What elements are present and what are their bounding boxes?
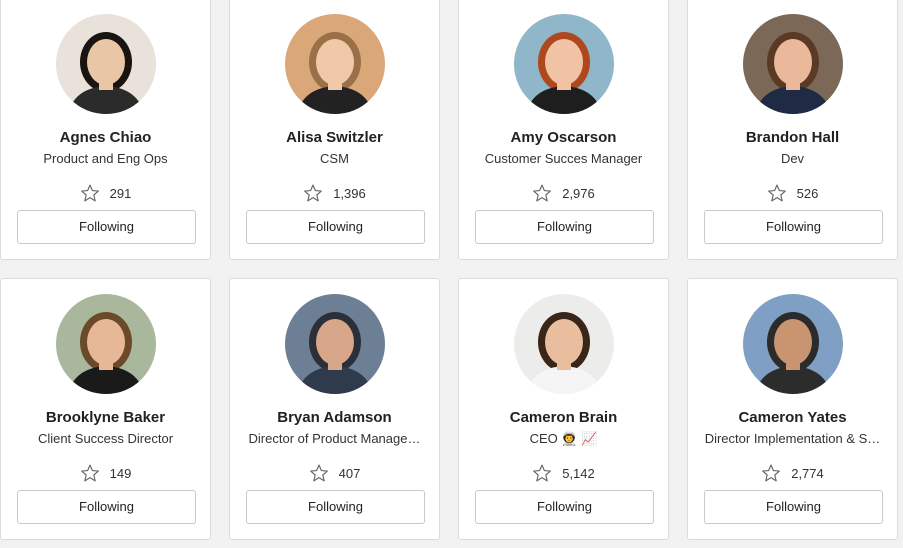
star-stat: 5,142 bbox=[459, 463, 668, 483]
star-icon bbox=[767, 183, 787, 203]
person-card: Brandon Hall Dev 526 Following bbox=[687, 0, 898, 260]
person-name[interactable]: Agnes Chiao bbox=[1, 129, 210, 146]
star-icon bbox=[80, 183, 100, 203]
person-role: Client Success Director bbox=[37, 431, 174, 446]
avatar[interactable] bbox=[514, 294, 614, 394]
person-name[interactable]: Cameron Brain bbox=[459, 409, 668, 426]
star-stat: 526 bbox=[688, 183, 897, 203]
star-icon bbox=[532, 183, 552, 203]
star-icon bbox=[303, 183, 323, 203]
person-name[interactable]: Bryan Adamson bbox=[230, 409, 439, 426]
following-button[interactable]: Following bbox=[17, 210, 196, 244]
avatar[interactable] bbox=[285, 14, 385, 114]
person-card: Bryan Adamson Director of Product Manage…… bbox=[229, 278, 440, 540]
person-card: Alisa Switzler CSM 1,396 Following bbox=[229, 0, 440, 260]
person-card: Amy Oscarson Customer Succes Manager 2,976… bbox=[458, 0, 669, 260]
person-name[interactable]: Cameron Yates bbox=[688, 409, 897, 426]
star-stat: 149 bbox=[1, 463, 210, 483]
star-count: 5,142 bbox=[562, 465, 595, 481]
star-icon bbox=[309, 463, 329, 483]
person-card: Cameron Brain CEO 👨‍🚀 📈 5,142 Following bbox=[458, 278, 669, 540]
person-role: Dev bbox=[780, 151, 805, 166]
person-role: Product and Eng Ops bbox=[43, 151, 168, 166]
following-button[interactable]: Following bbox=[246, 490, 425, 524]
star-icon bbox=[80, 463, 100, 483]
people-grid: Agnes Chiao Product and Eng Ops 291 Followi… bbox=[0, 0, 903, 548]
person-card: Cameron Yates Director Implementation & S… bbox=[687, 278, 898, 540]
person-card: Brooklyne Baker Client Success Director 14… bbox=[0, 278, 211, 540]
following-button[interactable]: Following bbox=[704, 490, 883, 524]
person-name[interactable]: Brooklyne Baker bbox=[1, 409, 210, 426]
star-icon bbox=[761, 463, 781, 483]
following-button[interactable]: Following bbox=[704, 210, 883, 244]
star-stat: 291 bbox=[1, 183, 210, 203]
avatar[interactable] bbox=[743, 294, 843, 394]
person-role: Director Implementation & S… bbox=[704, 431, 881, 446]
following-button[interactable]: Following bbox=[475, 210, 654, 244]
person-name[interactable]: Alisa Switzler bbox=[230, 129, 439, 146]
person-role: CSM bbox=[320, 151, 349, 166]
avatar[interactable] bbox=[514, 14, 614, 114]
star-stat: 407 bbox=[230, 463, 439, 483]
star-stat: 2,774 bbox=[688, 463, 897, 483]
star-count: 407 bbox=[338, 465, 361, 481]
star-count: 291 bbox=[109, 185, 132, 201]
person-card: Agnes Chiao Product and Eng Ops 291 Followi… bbox=[0, 0, 211, 260]
star-stat: 2,976 bbox=[459, 183, 668, 203]
avatar[interactable] bbox=[285, 294, 385, 394]
star-stat: 1,396 bbox=[230, 183, 439, 203]
person-name[interactable]: Brandon Hall bbox=[688, 129, 897, 146]
person-role: Customer Succes Manager bbox=[484, 151, 643, 166]
star-count: 1,396 bbox=[333, 185, 366, 201]
star-count: 526 bbox=[796, 185, 819, 201]
star-count: 2,774 bbox=[791, 465, 824, 481]
avatar[interactable] bbox=[56, 14, 156, 114]
person-role: CEO 👨‍🚀 📈 bbox=[529, 431, 598, 446]
avatar[interactable] bbox=[743, 14, 843, 114]
star-icon bbox=[532, 463, 552, 483]
star-count: 2,976 bbox=[562, 185, 595, 201]
star-count: 149 bbox=[109, 465, 132, 481]
person-name[interactable]: Amy Oscarson bbox=[459, 129, 668, 146]
person-role: Director of Product Manage… bbox=[248, 431, 421, 446]
following-button[interactable]: Following bbox=[475, 490, 654, 524]
following-button[interactable]: Following bbox=[246, 210, 425, 244]
following-button[interactable]: Following bbox=[17, 490, 196, 524]
avatar[interactable] bbox=[56, 294, 156, 394]
